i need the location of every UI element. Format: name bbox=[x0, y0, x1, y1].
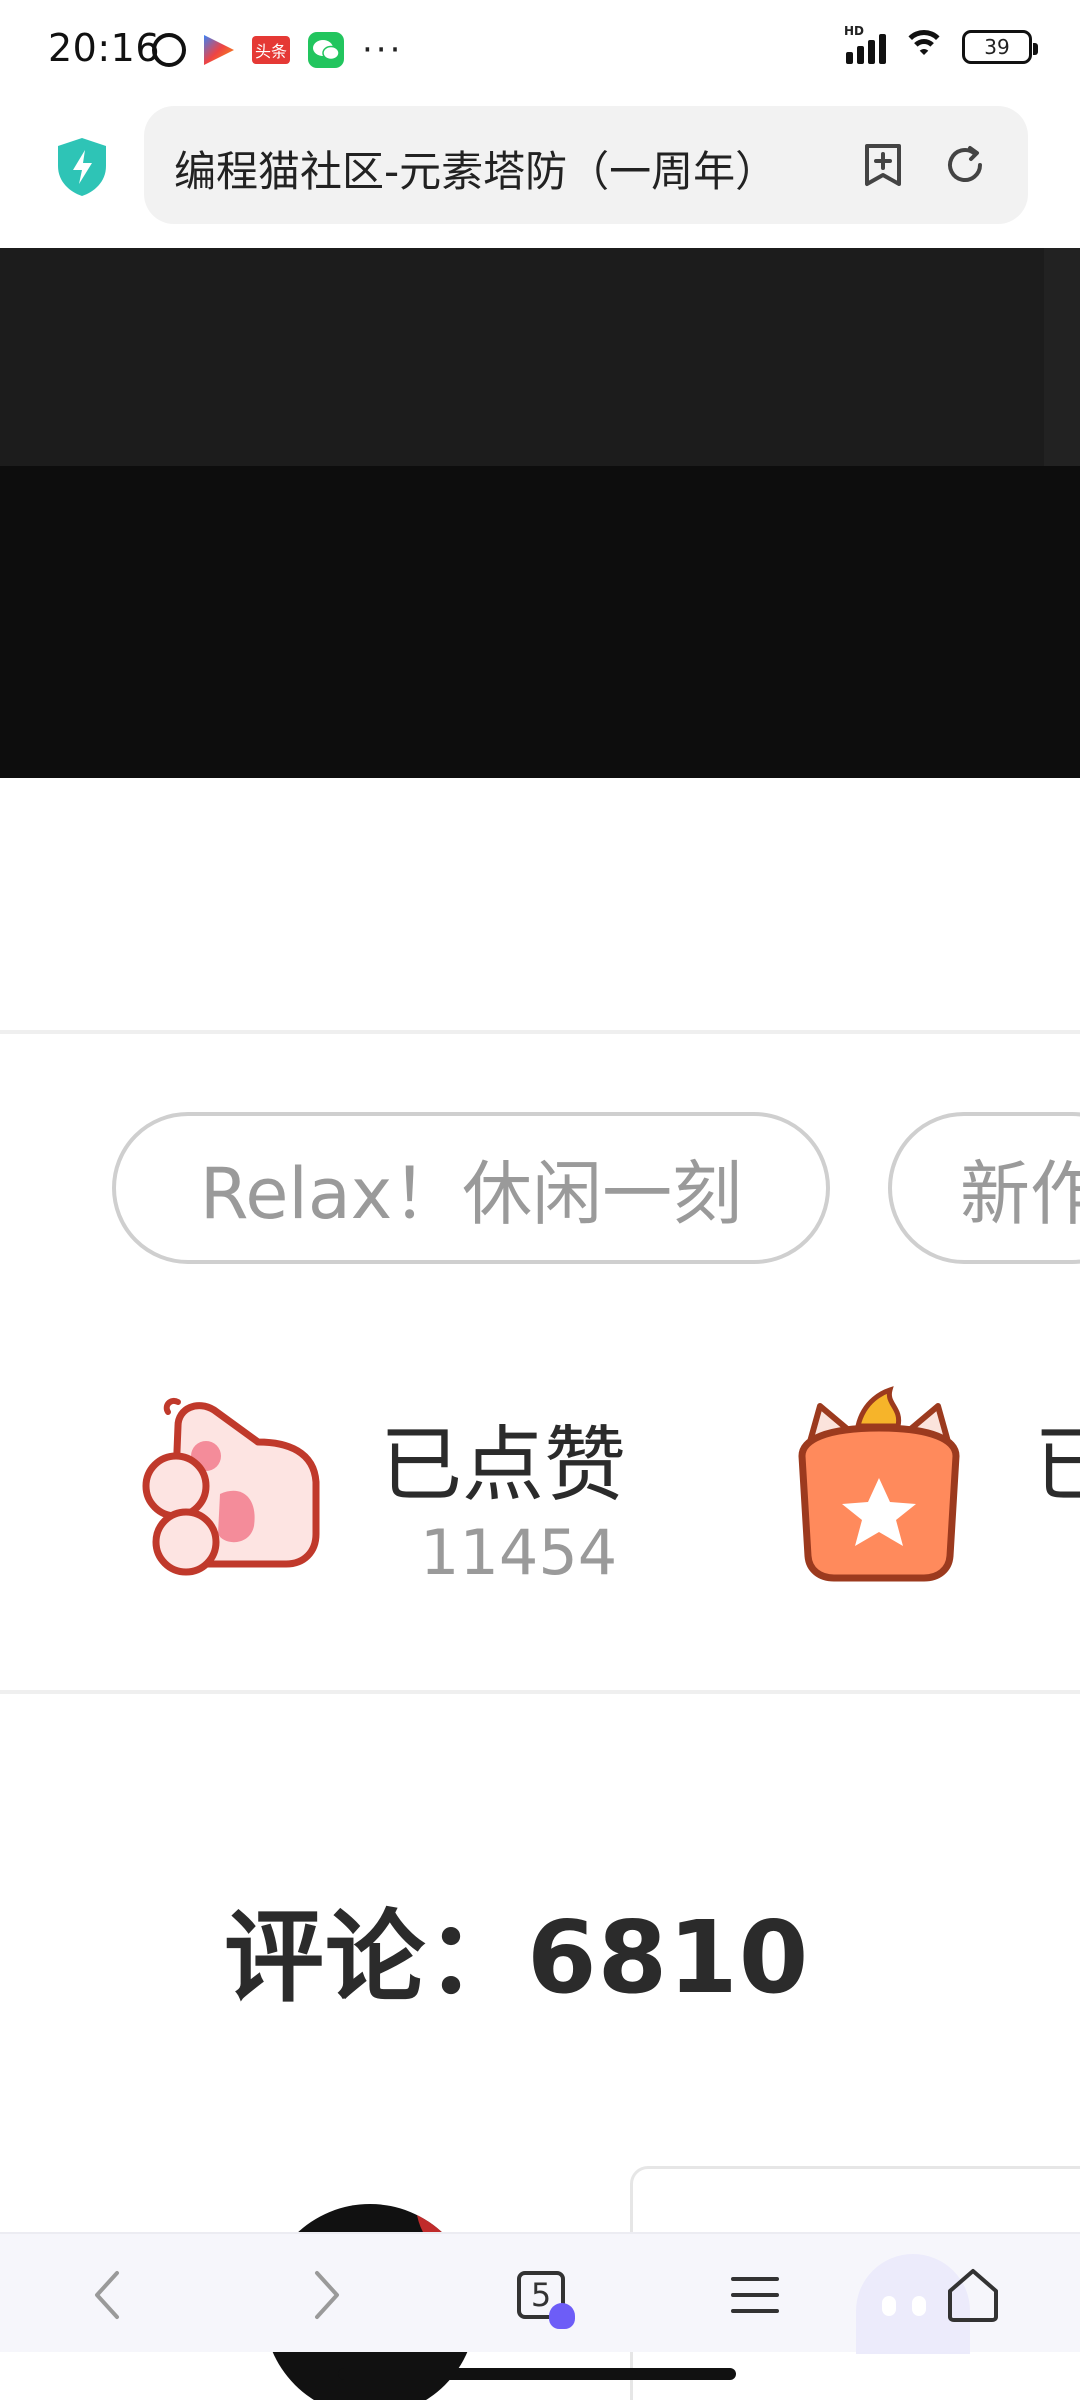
signal-icon: HD bbox=[844, 24, 886, 64]
wechat-icon bbox=[308, 32, 344, 68]
banner-image-bottom bbox=[0, 466, 1080, 778]
tag-chip-relax[interactable]: Relax！休闲一刻 bbox=[112, 1112, 830, 1264]
toutiao-icon: 头条 bbox=[252, 36, 290, 64]
comments-count: 评论：6810 bbox=[224, 1899, 810, 2016]
like-count: 11454 bbox=[420, 1516, 618, 1589]
home-icon bbox=[948, 2269, 998, 2322]
battery-icon: 39 bbox=[962, 30, 1038, 64]
status-time: 20:16 bbox=[48, 26, 161, 70]
battery-level: 39 bbox=[984, 35, 1010, 59]
wifi-icon bbox=[902, 30, 946, 64]
like-label[interactable]: 已点赞 bbox=[380, 1398, 626, 1517]
ghost-badge-icon bbox=[549, 2303, 575, 2329]
banner-image-top bbox=[0, 248, 1080, 466]
system-indicators: HD 39 bbox=[844, 24, 1038, 64]
screen: 20:16 头条 ··· HD 39 编程猫社区-元素塔防（一周年） Relax… bbox=[0, 0, 1080, 2400]
forward-button[interactable] bbox=[292, 2260, 362, 2330]
tag-chip-new-work[interactable]: 新作 bbox=[888, 1112, 1080, 1264]
status-bar: 20:16 头条 ··· HD 39 bbox=[0, 0, 1080, 100]
overflow-dots: ··· bbox=[362, 30, 404, 70]
collect-label[interactable]: 已 bbox=[1034, 1398, 1080, 1517]
notification-icons: 头条 ··· bbox=[152, 30, 403, 70]
divider bbox=[0, 1030, 1080, 1034]
page-title[interactable]: 编程猫社区-元素塔防（一周年） bbox=[174, 138, 814, 199]
chevron-right-icon bbox=[315, 2271, 339, 2319]
cat-gift-star-icon[interactable] bbox=[786, 1386, 972, 1586]
menu-button[interactable] bbox=[720, 2260, 790, 2330]
home-button[interactable] bbox=[938, 2260, 1008, 2330]
hamburger-menu-icon bbox=[731, 2277, 779, 2313]
hd-label: HD bbox=[844, 24, 865, 38]
divider bbox=[0, 1690, 1080, 1694]
url-bar[interactable]: 编程猫社区-元素塔防（一周年） bbox=[144, 106, 1028, 224]
gesture-home-bar[interactable] bbox=[338, 2368, 736, 2380]
add-bookmark-icon[interactable] bbox=[858, 140, 908, 190]
play-store-icon bbox=[204, 35, 234, 65]
shield-bolt-icon[interactable] bbox=[54, 136, 110, 198]
reload-icon[interactable] bbox=[940, 140, 990, 190]
address-bar-row: 编程猫社区-元素塔防（一周年） bbox=[0, 100, 1080, 246]
chevron-left-icon bbox=[95, 2271, 119, 2319]
browser-bottom-nav: 5 bbox=[0, 2232, 1080, 2354]
alarm-icon bbox=[152, 33, 186, 67]
tabs-button[interactable]: 5 bbox=[506, 2260, 576, 2330]
paw-thumb-icon[interactable] bbox=[138, 1386, 328, 1576]
back-button[interactable] bbox=[72, 2260, 142, 2330]
tab-count: 5 bbox=[517, 2271, 575, 2329]
banner-edge bbox=[1044, 248, 1080, 466]
